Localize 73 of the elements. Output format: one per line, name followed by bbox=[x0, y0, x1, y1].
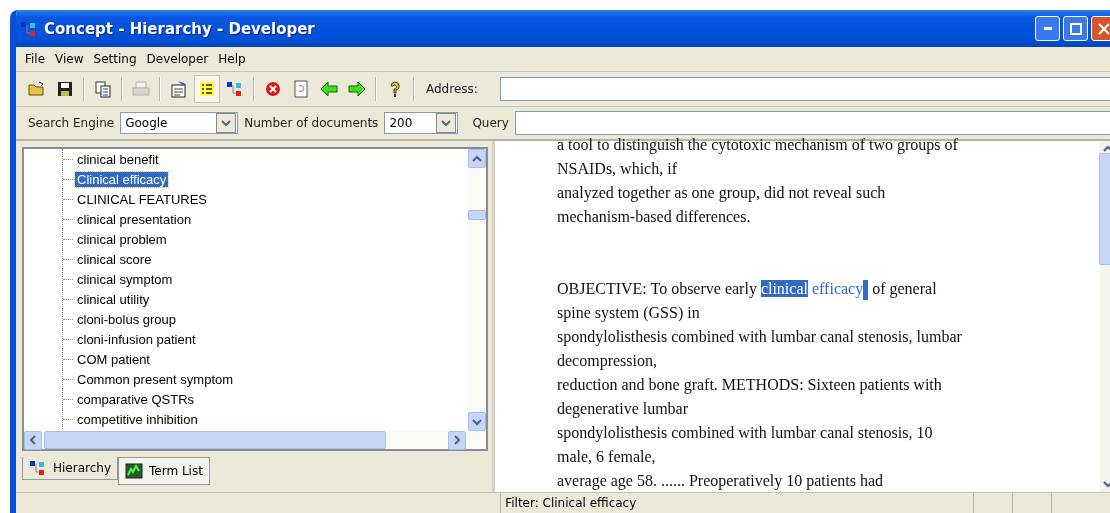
address-field[interactable] bbox=[499, 77, 1110, 101]
properties-icon bbox=[170, 80, 188, 98]
maximize-icon bbox=[1069, 22, 1082, 35]
document-text: mechanism-based differences. bbox=[557, 208, 751, 225]
document-text: analyzed together as one group, did not reveal such bbox=[557, 184, 886, 201]
document-text: spine system (GSS) in bbox=[557, 304, 700, 321]
maximize-button[interactable] bbox=[1063, 16, 1088, 41]
tree-item[interactable]: Common present symptom bbox=[75, 371, 236, 387]
menu-item[interactable]: Setting bbox=[88, 52, 142, 66]
horizontal-scrollbar[interactable] bbox=[24, 431, 486, 449]
vertical-scrollbar[interactable] bbox=[468, 149, 486, 431]
tab[interactable]: Term List bbox=[118, 457, 210, 485]
folder-icon bbox=[28, 80, 46, 98]
document-text: NSAIDs, which, if bbox=[557, 160, 677, 177]
scroll-down-icon bbox=[1103, 480, 1110, 488]
hierarchy-icon bbox=[20, 19, 38, 38]
tree-item[interactable]: clinical score bbox=[75, 251, 154, 267]
document-text: spondylolisthesis combined with lumbar canal stenosis, 10 bbox=[557, 424, 933, 441]
scroll-left-icon bbox=[29, 435, 37, 445]
tree-item[interactable]: CLINICAL FEATURES bbox=[75, 191, 210, 207]
address-label: Address: bbox=[426, 82, 478, 96]
hierarchy-icon bbox=[226, 80, 244, 98]
copy-icon bbox=[94, 80, 112, 98]
document-text: reduction and bone graft. METHODS: Sixteen patients with bbox=[557, 376, 942, 393]
document-text: degenerative lumbar bbox=[557, 400, 689, 417]
menu-item[interactable]: File bbox=[20, 52, 51, 66]
tree-item[interactable]: clinical benefit bbox=[75, 151, 161, 167]
minimize-button[interactable] bbox=[1035, 16, 1060, 41]
tree-item[interactable]: Clinical efficacy bbox=[75, 171, 169, 187]
close-button[interactable] bbox=[1091, 16, 1110, 41]
document-text: OBJECTIVE: To observe early clinical efficacy of general bbox=[557, 280, 937, 297]
status-text: Filter: Clinical efficacy bbox=[500, 493, 974, 513]
tree-item[interactable]: cloni-bolus group bbox=[75, 311, 178, 327]
close-icon bbox=[1097, 22, 1110, 35]
tree-item[interactable]: comparative QSTRs bbox=[75, 391, 197, 407]
scroll-right-icon bbox=[453, 435, 461, 445]
query-field[interactable] bbox=[514, 111, 1110, 135]
document-count-dropdown[interactable]: 200 bbox=[384, 112, 459, 134]
document-text: average age 58. ...... Preoperatively 10 patients had bbox=[557, 472, 884, 489]
scroll-up-icon bbox=[1103, 145, 1110, 153]
scroll-up-icon bbox=[472, 154, 482, 163]
stop-icon bbox=[264, 80, 282, 98]
tree-item[interactable]: clinical symptom bbox=[75, 271, 175, 287]
tree-item[interactable]: clinical utility bbox=[75, 291, 152, 307]
document-text: decompression, bbox=[557, 352, 657, 369]
menu-item[interactable]: Developer bbox=[141, 52, 214, 66]
term-list-icon bbox=[125, 462, 143, 480]
search-engine-label: Search Engine bbox=[28, 116, 115, 130]
scroll-thumb[interactable] bbox=[468, 210, 486, 220]
back-arrow-icon bbox=[320, 80, 338, 98]
search-engine-dropdown[interactable]: Google bbox=[120, 112, 239, 134]
toolbar-button[interactable] bbox=[194, 75, 220, 103]
document-text: a tool to distinguish the cytotoxic mechanism of two groups of bbox=[557, 136, 958, 153]
list-icon bbox=[198, 80, 216, 98]
tab[interactable]: Hierarchy bbox=[22, 457, 118, 480]
document-text: male, 6 female, bbox=[557, 448, 656, 465]
menu-item[interactable]: View bbox=[50, 52, 89, 66]
tree-item[interactable]: competitive inhibition bbox=[75, 411, 200, 427]
query-label: Query bbox=[472, 116, 509, 130]
forward-arrow-icon bbox=[348, 80, 366, 98]
minimize-icon bbox=[1043, 27, 1052, 30]
menu-item[interactable]: Help bbox=[213, 52, 251, 66]
tree-item[interactable]: COM patient bbox=[75, 351, 152, 367]
window-title: Concept - Hierarchy - Developer bbox=[44, 19, 315, 38]
tree-item[interactable]: clinical problem bbox=[75, 231, 169, 247]
tree-item[interactable]: clinical presentation bbox=[75, 211, 194, 227]
document-icon bbox=[292, 80, 310, 98]
hierarchy-icon bbox=[29, 459, 47, 477]
tree-item[interactable]: cloni-infusion patient bbox=[75, 331, 198, 347]
printer-icon bbox=[132, 80, 150, 98]
scroll-down-icon bbox=[472, 417, 482, 426]
document-count-label: Number of documents bbox=[244, 116, 379, 130]
document-text: spondylolisthesis combined with lumbar canal stenosis, lumbar bbox=[557, 328, 962, 345]
